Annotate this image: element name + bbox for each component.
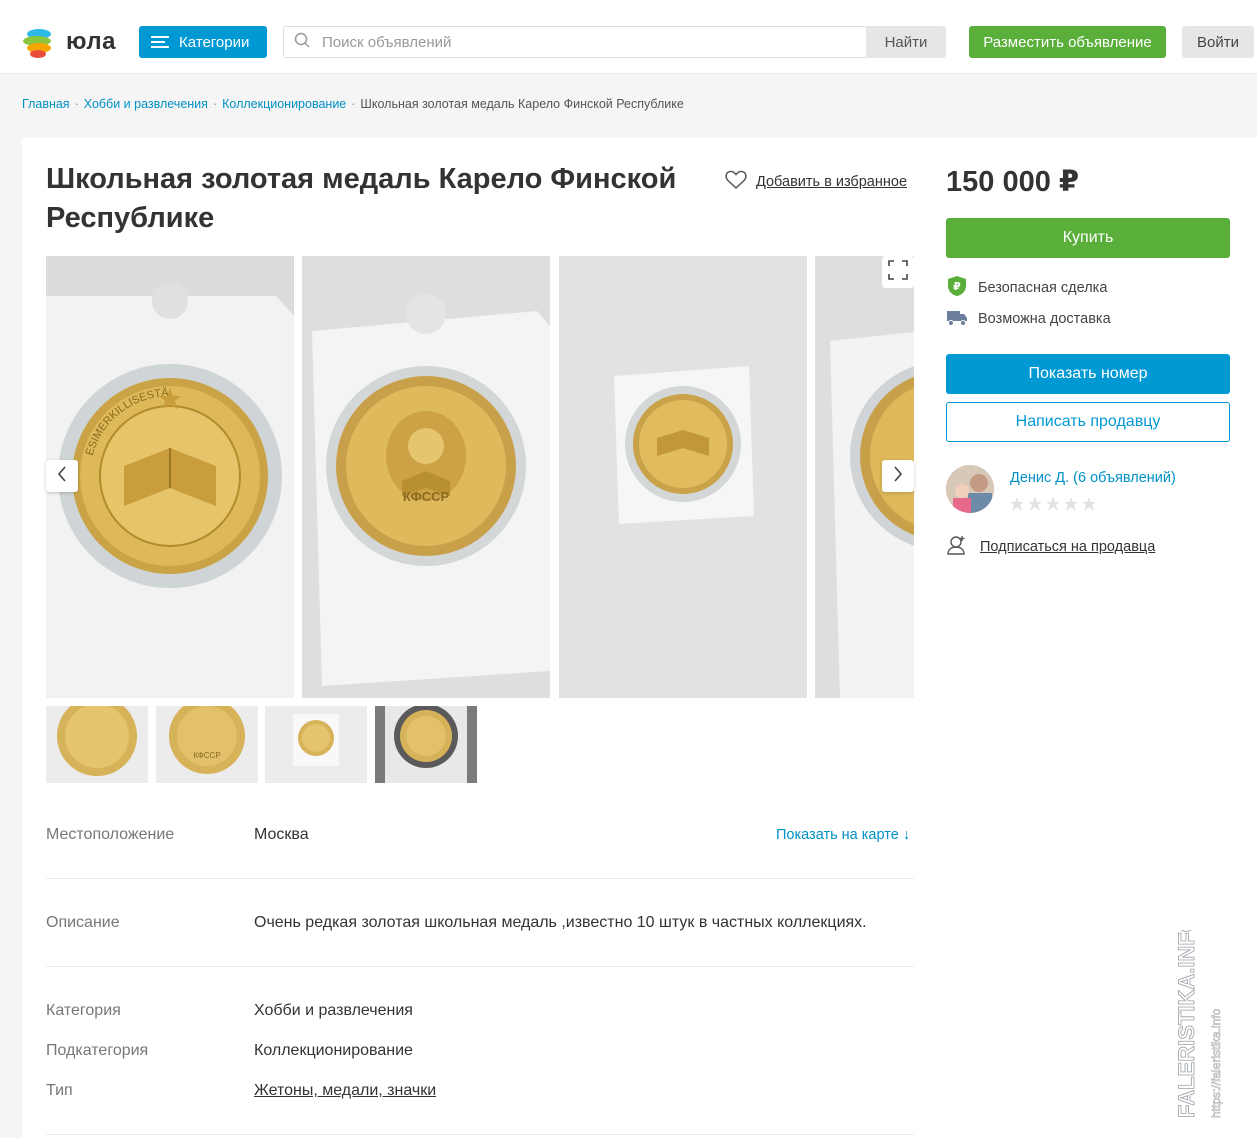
chevron-right-icon — [892, 465, 904, 487]
listing-photo[interactable]: КФССР — [302, 256, 550, 698]
logo-text: юла — [66, 28, 116, 55]
add-to-favorites-label: Добавить в избранное — [756, 174, 908, 190]
find-button[interactable]: Найти — [866, 26, 946, 58]
write-seller-button[interactable]: Написать продавцу — [946, 402, 1230, 442]
category-label: Категория — [46, 1002, 121, 1019]
medal-inscription: КФССР — [403, 489, 450, 504]
thumbnail[interactable] — [265, 706, 367, 783]
description-value: Очень редкая золотая школьная медаль ,из… — [254, 914, 867, 931]
chevron-left-icon — [56, 465, 68, 487]
star-icon — [1046, 497, 1060, 511]
photo-gallery: ESIMERKILLISESTÄ КФССР — [46, 256, 914, 698]
thumbnail[interactable] — [46, 706, 148, 783]
top-header: юла Категории Найти Разместить объявлени… — [0, 0, 1257, 74]
breadcrumb-collecting[interactable]: Коллекционирование — [222, 97, 346, 111]
thumbnail[interactable]: КФССР — [156, 706, 258, 783]
expand-icon — [888, 259, 908, 285]
star-icon — [1064, 497, 1078, 511]
subscribe-to-seller[interactable]: Подписаться на продавца — [946, 534, 1155, 560]
logo[interactable]: юла — [22, 25, 116, 59]
seller-rating — [1010, 497, 1096, 511]
location-label: Местоположение — [46, 826, 175, 843]
delivery-label: Возможна доставка — [978, 311, 1111, 327]
arrow-down-icon: ↓ — [902, 827, 911, 843]
type-link[interactable]: Жетоны, медали, значки — [254, 1082, 436, 1100]
add-to-favorites[interactable]: Добавить в избранное — [725, 170, 907, 194]
breadcrumb: Главная · Хобби и развлечения · Коллекци… — [22, 97, 684, 111]
price: 150 000 ₽ — [946, 166, 1080, 198]
subcategory-label: Подкатегория — [46, 1042, 149, 1059]
description-label: Описание — [46, 914, 120, 931]
search-box — [283, 26, 866, 58]
breadcrumb-hobbies[interactable]: Хобби и развлечения — [84, 97, 208, 111]
show-on-map-label: Показать на карте — [776, 827, 899, 843]
gallery-next-button[interactable] — [882, 460, 914, 492]
star-icon — [1028, 497, 1042, 511]
show-on-map-link[interactable]: Показать на карте ↓ — [776, 827, 910, 843]
subcategory-value: Коллекционирование — [254, 1042, 413, 1059]
divider — [46, 1134, 914, 1135]
category-value: Хобби и развлечения — [254, 1002, 413, 1019]
thumbnail-inscription: КФССР — [193, 751, 220, 760]
watermark-line-1: FALERISTIKA.INFO — [1174, 930, 1199, 1118]
breadcrumb-home[interactable]: Главная — [22, 97, 70, 111]
subscribe-label: Подписаться на продавца — [980, 539, 1156, 555]
thumbnail[interactable] — [375, 706, 477, 783]
post-ad-button[interactable]: Разместить объявление — [969, 26, 1166, 58]
page-title: Школьная золотая медаль Карело Финской Р… — [46, 163, 677, 234]
search-icon — [294, 32, 310, 53]
gallery-prev-button[interactable] — [46, 460, 78, 492]
type-label: Тип — [46, 1082, 73, 1099]
watermark-line-2: https://faleristika.info — [1209, 1008, 1223, 1118]
breadcrumb-current: Школьная золотая медаль Карело Финской Р… — [360, 97, 684, 111]
fullscreen-button[interactable] — [882, 256, 914, 288]
delivery-feature: Возможна доставка — [946, 307, 1111, 331]
categories-button[interactable]: Категории — [139, 26, 267, 58]
divider — [46, 966, 914, 967]
heart-icon — [725, 170, 747, 194]
seller-name-link[interactable]: Денис Д. (6 объявлений) — [1010, 470, 1176, 486]
location-value: Москва — [254, 826, 309, 843]
safe-deal-label: Безопасная сделка — [978, 280, 1108, 296]
show-phone-button[interactable]: Показать номер — [946, 354, 1230, 394]
logo-icon — [22, 25, 56, 59]
buy-button[interactable]: Купить — [946, 218, 1230, 258]
truck-icon — [946, 307, 968, 331]
star-icon — [1082, 497, 1096, 511]
categories-button-label: Категории — [179, 33, 250, 51]
watermark: FALERISTIKA.INFO https://faleristika.inf… — [1172, 915, 1232, 1120]
listing-photo[interactable]: ESIMERKILLISESTÄ — [46, 256, 294, 698]
svg-text:₽: ₽ — [953, 280, 961, 293]
divider — [46, 878, 914, 879]
shield-ruble-icon: ₽ — [946, 275, 968, 301]
listing-photo[interactable] — [559, 256, 807, 698]
safe-deal-feature: ₽ Безопасная сделка — [946, 275, 1107, 301]
star-icon — [1010, 497, 1024, 511]
login-button[interactable]: Войти — [1182, 26, 1254, 58]
avatar[interactable] — [946, 465, 994, 513]
menu-icon — [151, 36, 169, 48]
user-plus-icon — [946, 534, 968, 560]
search-input[interactable] — [322, 33, 822, 51]
